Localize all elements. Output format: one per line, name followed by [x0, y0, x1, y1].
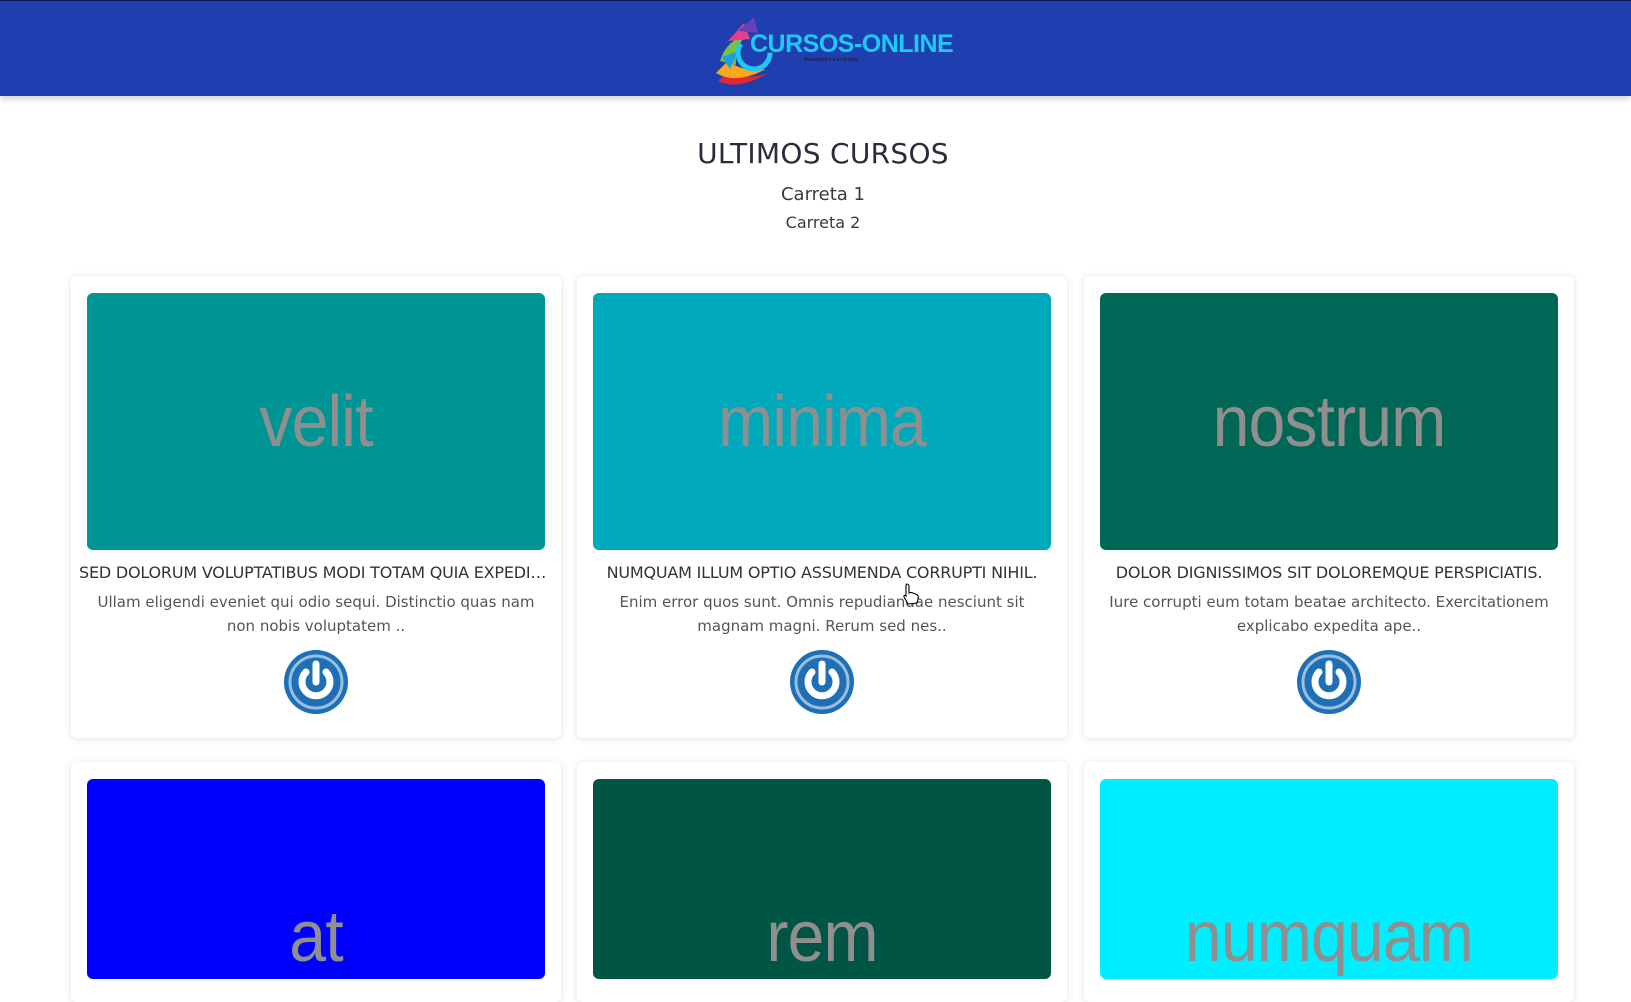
course-description: Ullam eligendi eveniet qui odio sequi. D…: [97, 593, 535, 635]
hand-cursor-icon: [903, 583, 919, 605]
course-thumbnail-word: numquam: [1184, 897, 1474, 977]
course-open-button[interactable]: [790, 650, 854, 714]
course-thumbnail-word: at: [289, 897, 343, 977]
power-icon: [288, 654, 344, 710]
course-card: at: [71, 762, 561, 1002]
section-subtitle-2: Carreta 2: [785, 213, 861, 232]
section-subtitle-1: Carreta 1: [780, 184, 866, 205]
logo-text: CURSOS-ONLINE: [750, 30, 954, 58]
course-title: DOLOR DIGNISSIMOS SIT DOLOREMQUE PERSPIC…: [1115, 563, 1543, 582]
course-open-button[interactable]: [284, 650, 348, 714]
course-title: SED DOLORUM VOLUPTATIBUS MODI TOTAM QUIA…: [79, 563, 553, 582]
section-title: ULTIMOS CURSOS: [697, 137, 949, 170]
power-icon: [794, 654, 850, 710]
course-thumbnail[interactable]: nostrum: [1100, 293, 1558, 550]
course-card: velit SED DOLORUM VOLUPTATIBUS MODI TOTA…: [71, 276, 561, 738]
course-card: nostrum DOLOR DIGNISSIMOS SIT DOLOREMQUE…: [1084, 276, 1574, 738]
course-thumbnail[interactable]: at: [87, 779, 545, 979]
top-navbar: CURSOS-ONLINE Bienvenidos a tu destino: [0, 0, 1631, 96]
course-thumbnail-word: velit: [259, 381, 373, 462]
site-logo[interactable]: CURSOS-ONLINE Bienvenidos a tu destino: [708, 11, 954, 89]
course-thumbnail-word: rem: [766, 897, 878, 977]
course-thumbnail[interactable]: velit: [87, 293, 545, 550]
course-card: numquam: [1084, 762, 1574, 1002]
course-thumbnail[interactable]: numquam: [1100, 779, 1558, 979]
power-icon: [1301, 654, 1357, 710]
course-thumbnail[interactable]: rem: [593, 779, 1051, 979]
course-title: NUMQUAM ILLUM OPTIO ASSUMENDA CORRUPTI N…: [606, 563, 1038, 582]
course-thumbnail-word: nostrum: [1212, 381, 1447, 462]
course-open-button[interactable]: [1297, 650, 1361, 714]
course-thumbnail-word: minima: [718, 381, 927, 462]
course-card: minima NUMQUAM ILLUM OPTIO ASSUMENDA COR…: [577, 276, 1067, 738]
course-card: rem: [577, 762, 1067, 1002]
course-thumbnail[interactable]: minima: [593, 293, 1051, 550]
course-description: Enim error quos sunt. Omnis repudiandae …: [619, 593, 1025, 635]
logo-tagline: Bienvenidos a tu destino: [804, 57, 859, 63]
course-description: Iure corrupti eum totam beatae architect…: [1109, 593, 1549, 635]
